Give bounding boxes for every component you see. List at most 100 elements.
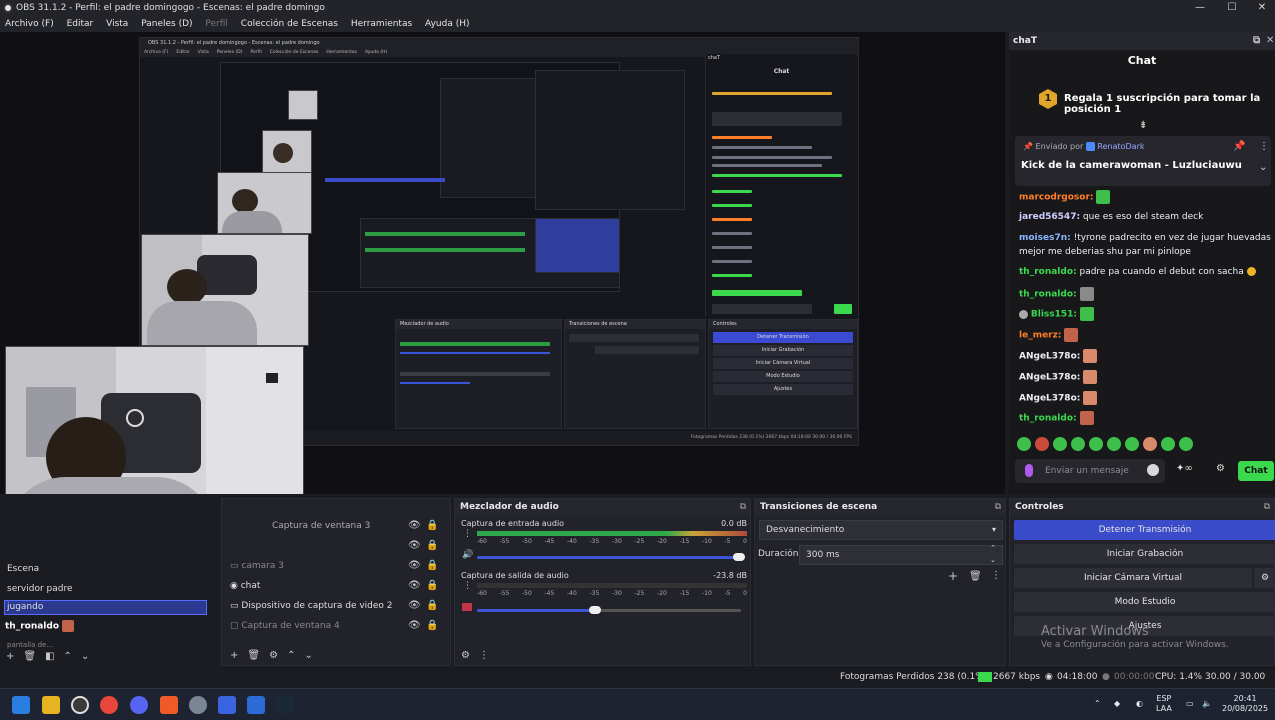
pinned-message[interactable]: 📌 Enviado por RenatoDark Kick de la came… <box>1015 136 1271 186</box>
clock[interactable]: 20:41 20/08/2025 <box>1222 694 1268 714</box>
scene-filters-icon[interactable]: ◧ <box>45 651 54 662</box>
mixer-menu-icon[interactable]: ⋮ <box>479 650 489 661</box>
app-icon[interactable] <box>247 696 265 714</box>
hidden-eye-icon[interactable]: 👁 <box>408 540 421 551</box>
volume-icon[interactable]: 🔊 <box>462 550 473 560</box>
points-icon[interactable]: ✦∞ <box>1176 463 1193 474</box>
emote-icon[interactable] <box>1017 437 1031 451</box>
tray-app-icon[interactable]: ◐ <box>1136 699 1143 709</box>
source-item[interactable]: ▢ Captura de ventana 4 <box>230 621 340 631</box>
brave-icon[interactable] <box>160 696 178 714</box>
source-item[interactable]: ▭ camara 3 <box>230 561 284 571</box>
spinner-icon[interactable]: ⌃ ⌄ <box>990 542 996 566</box>
chat-username[interactable]: ANgeL378o: <box>1019 352 1080 362</box>
lock-icon[interactable]: 🔒 <box>426 580 438 591</box>
chat-username[interactable]: le_merz: <box>1019 331 1061 341</box>
lock-icon[interactable]: 🔒 <box>426 540 438 551</box>
tray-chevron-icon[interactable]: ⌃ <box>1094 699 1101 709</box>
chat-username[interactable]: th_ronaldo: <box>1019 267 1077 277</box>
chat-username[interactable]: ANgeL378o: <box>1019 394 1080 404</box>
channel-menu-icon[interactable]: ⋮ <box>463 529 472 539</box>
remove-scene-button[interactable]: 🗑 <box>23 651 36 662</box>
emote-icon[interactable] <box>1161 437 1175 451</box>
app-icon[interactable] <box>218 696 236 714</box>
output-volume-slider[interactable] <box>477 609 597 612</box>
virtual-camera-settings-icon[interactable]: ⚙ <box>1254 568 1275 588</box>
settings-app-icon[interactable] <box>189 696 207 714</box>
chat-username[interactable]: jared56547: <box>1019 212 1080 222</box>
add-scene-button[interactable]: + <box>6 651 14 662</box>
add-transition-button[interactable]: + <box>948 569 958 583</box>
lock-icon[interactable]: 🔒 <box>426 560 438 571</box>
stop-stream-button[interactable]: Detener Transmisión <box>1014 520 1275 540</box>
remove-source-button[interactable]: 🗑 <box>247 650 260 661</box>
unpin-icon[interactable]: 📌 <box>1233 141 1245 152</box>
minimize-button[interactable]: — <box>1185 0 1215 16</box>
emote-icon[interactable] <box>1107 437 1121 451</box>
emoji-picker-icon[interactable] <box>1147 464 1159 476</box>
start-recording-button[interactable]: Iniciar Grabación <box>1014 544 1275 564</box>
lock-icon[interactable]: 🔒 <box>426 600 438 611</box>
steam-icon[interactable] <box>276 696 294 714</box>
chat-username[interactable]: Bliss151: <box>1031 310 1077 320</box>
output-volume-track[interactable] <box>597 609 741 612</box>
move-down-icon[interactable]: ⌄ <box>304 650 312 661</box>
menu-editar[interactable]: Editar <box>62 16 99 32</box>
source-item[interactable]: Captura de ventana 3 <box>272 521 370 531</box>
studio-mode-button[interactable]: Modo Estudio <box>1014 592 1275 612</box>
lock-icon[interactable]: 🔒 <box>426 620 438 631</box>
duration-input[interactable]: 300 ms ⌃ ⌄ <box>799 542 1003 566</box>
emote-icon[interactable] <box>1143 437 1157 451</box>
start-button-icon[interactable] <box>12 696 30 714</box>
collapse-chevron-icon[interactable]: ⌄ <box>1259 162 1267 173</box>
input-volume-slider[interactable] <box>477 556 741 559</box>
muted-speaker-icon[interactable] <box>462 603 472 611</box>
network-icon[interactable]: ▭ <box>1186 699 1194 709</box>
advanced-audio-icon[interactable]: ⚙ <box>461 650 470 661</box>
transition-menu-icon[interactable]: ⋮ <box>991 570 1001 581</box>
remove-transition-button[interactable]: 🗑 <box>969 571 982 582</box>
chat-username[interactable]: th_ronaldo: <box>1019 290 1077 300</box>
menu-vista[interactable]: Vista <box>101 16 133 32</box>
emote-icon[interactable] <box>1035 437 1049 451</box>
chat-username[interactable]: th_ronaldo: <box>1019 414 1077 424</box>
undock-icon[interactable]: ⧉ <box>1264 499 1270 515</box>
undock-icon[interactable]: ⧉ <box>740 499 746 515</box>
undock-icon[interactable]: ⧉ <box>1253 32 1260 50</box>
visible-eye-icon[interactable]: 👁 <box>408 600 421 611</box>
obs-taskbar-icon[interactable] <box>71 696 89 714</box>
scene-item[interactable]: servidor padre <box>7 584 73 594</box>
input-volume-knob[interactable] <box>733 553 745 561</box>
chrome-icon[interactable] <box>100 696 118 714</box>
scene-item-selected[interactable]: jugando <box>4 600 207 615</box>
emote-icon[interactable] <box>1053 437 1067 451</box>
hidden-eye-icon[interactable]: 👁 <box>408 620 421 631</box>
menu-paneles[interactable]: Paneles (D) <box>136 16 197 32</box>
menu-coleccion-escenas[interactable]: Colección de Escenas <box>236 16 343 32</box>
channel-menu-icon[interactable]: ⋮ <box>463 581 472 591</box>
tray-app-icon[interactable]: ◆ <box>1114 699 1120 709</box>
close-dock-icon[interactable]: ✕ <box>1266 32 1274 50</box>
gift-sub-banner[interactable]: 1 Regala 1 suscripción para tomar la pos… <box>1009 87 1275 115</box>
visible-eye-icon[interactable]: 👁 <box>408 580 421 591</box>
output-volume-knob[interactable] <box>589 606 601 614</box>
chat-input[interactable]: Enviar un mensaje <box>1015 459 1165 483</box>
source-properties-icon[interactable]: ⚙ <box>269 650 278 661</box>
emote-icon[interactable] <box>1089 437 1103 451</box>
move-up-icon[interactable]: ⌃ <box>64 651 72 662</box>
language-indicator[interactable]: ESP LAA <box>1156 694 1172 714</box>
speaker-icon[interactable]: 🔈 <box>1202 699 1212 709</box>
source-item[interactable]: ◉ chat <box>230 581 260 591</box>
maximize-button[interactable]: ☐ <box>1217 0 1247 16</box>
close-button[interactable]: ✕ <box>1247 0 1275 16</box>
emote-icon[interactable] <box>1179 437 1193 451</box>
file-explorer-icon[interactable] <box>42 696 60 714</box>
menu-archivo[interactable]: Archivo (F) <box>0 16 59 32</box>
menu-ayuda[interactable]: Ayuda (H) <box>420 16 474 32</box>
hidden-eye-icon[interactable]: 👁 <box>408 520 421 531</box>
hidden-eye-icon[interactable]: 👁 <box>408 560 421 571</box>
start-virtual-camera-button[interactable]: Iniciar Cámara Virtual <box>1014 568 1252 588</box>
add-source-button[interactable]: + <box>230 650 238 661</box>
source-item[interactable]: ▭ Dispositivo de captura de video 2 <box>230 601 393 611</box>
chat-username[interactable]: marcodrgosor: <box>1019 193 1094 203</box>
